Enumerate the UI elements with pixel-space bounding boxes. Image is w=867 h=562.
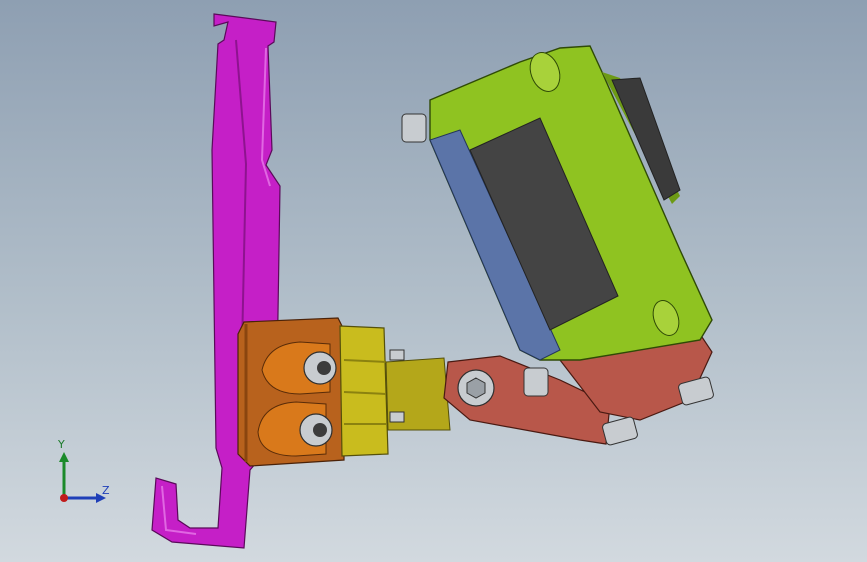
cad-viewport[interactable]: Y Z <box>0 0 867 562</box>
yellow-fitting[interactable] <box>339 325 451 457</box>
sensor-housing[interactable] <box>401 45 713 397</box>
hook-bracket[interactable] <box>151 13 281 549</box>
orientation-triad[interactable]: Y Z <box>40 436 130 516</box>
y-axis-label: Y <box>58 438 65 451</box>
assembly-model[interactable] <box>0 0 867 562</box>
x-axis-dot <box>60 494 68 502</box>
housing-pin-bottom[interactable] <box>523 367 549 397</box>
z-axis-label: Z <box>102 484 110 497</box>
housing-pin-top[interactable] <box>401 113 427 143</box>
clamp-block[interactable] <box>237 317 345 467</box>
